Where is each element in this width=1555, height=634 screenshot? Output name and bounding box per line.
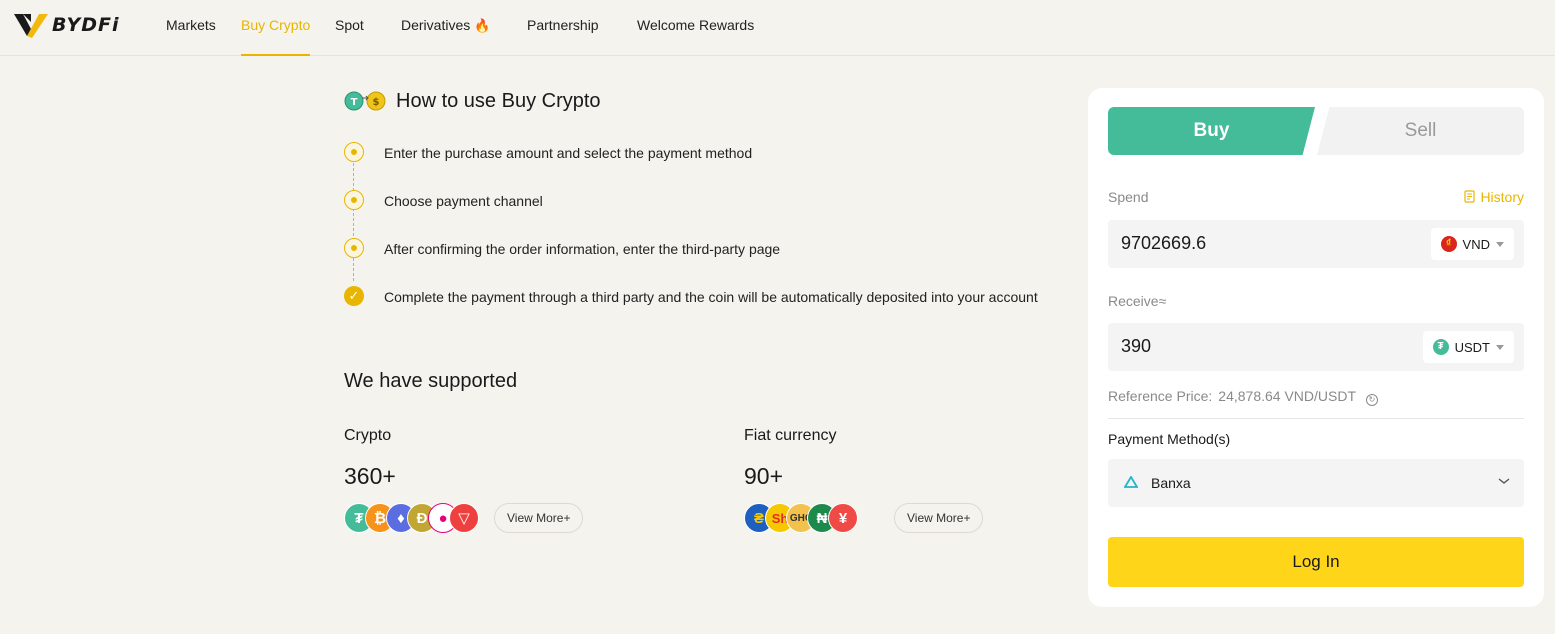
- crypto-label: Crypto: [344, 427, 392, 444]
- history-icon: [1464, 190, 1476, 203]
- nav-item-partnership[interactable]: Partnership: [527, 0, 599, 56]
- trade-card: Buy Sell Spend History 9702669.6 ₫ VND R…: [1088, 88, 1544, 607]
- spend-currency: VND: [1462, 236, 1490, 252]
- nav-item-markets[interactable]: Markets: [166, 0, 216, 56]
- banxa-icon: [1124, 476, 1138, 488]
- fiat-label: Fiat currency: [744, 427, 837, 444]
- spend-value: 9702669.6: [1121, 233, 1207, 253]
- history-link[interactable]: History: [1464, 189, 1524, 205]
- reference-price-label: Reference Price:: [1108, 388, 1213, 404]
- fire-icon: 🔥: [474, 18, 491, 33]
- step-2: Choose payment channel: [344, 188, 1084, 214]
- refresh-icon[interactable]: ↻: [1366, 394, 1379, 406]
- step-1: Enter the purchase amount and select the…: [344, 140, 1084, 166]
- vnd-flag-icon: ₫: [1440, 236, 1457, 252]
- step-text: Choose payment channel: [384, 193, 543, 209]
- usdt-icon: ₮: [1432, 339, 1449, 355]
- svg-text:$: $: [373, 97, 380, 108]
- logo-mark-icon: [14, 14, 48, 38]
- tab-buy[interactable]: Buy: [1108, 107, 1315, 155]
- step-dot-icon: [344, 238, 364, 258]
- nav-item-spot[interactable]: Spot: [335, 0, 364, 56]
- caret-down-icon: [1496, 241, 1504, 247]
- tron-icon: ▽: [449, 503, 479, 533]
- supported-title: We have supported: [344, 370, 518, 392]
- jpy-yen-icon: ¥: [828, 503, 858, 533]
- nav-item-welcome-rewards[interactable]: Welcome Rewards: [637, 0, 754, 56]
- fiat-count: 90+: [744, 463, 784, 489]
- receive-currency: USDT: [1454, 339, 1490, 355]
- login-button[interactable]: Log In: [1108, 537, 1524, 587]
- step-3: After confirming the order information, …: [344, 236, 1084, 262]
- divider: [1108, 418, 1524, 419]
- nav-item-derivatives-label: Derivatives: [401, 17, 471, 33]
- payment-method-select[interactable]: Banxa: [1108, 459, 1524, 507]
- reference-price: Reference Price: 24,878.64 VND/USDT ↻: [1108, 388, 1379, 406]
- tab-sell[interactable]: Sell: [1317, 107, 1524, 155]
- step-text: Enter the purchase amount and select the…: [384, 145, 753, 161]
- steps-connector-line: [353, 163, 354, 281]
- payment-method-value: Banxa: [1151, 475, 1191, 491]
- logo-text: BYDFi: [52, 14, 120, 36]
- caret-down-icon: [1496, 344, 1504, 350]
- step-4: ✓ Complete the payment through a third p…: [344, 284, 1084, 310]
- nav-item-derivatives[interactable]: Derivatives 🔥: [401, 0, 490, 56]
- chevron-down-icon: [1498, 478, 1510, 484]
- reference-price-value: 24,878.64 VND/USDT: [1218, 388, 1357, 404]
- step-text: After confirming the order information, …: [384, 241, 781, 257]
- spend-label: Spend: [1108, 189, 1149, 205]
- receive-value: 390: [1121, 336, 1152, 356]
- step-check-icon: ✓: [344, 286, 364, 306]
- step-text: Complete the payment through a third par…: [384, 289, 1038, 305]
- bydfi-logo[interactable]: BYDFi: [14, 12, 119, 38]
- receive-currency-select[interactable]: ₮ USDT: [1422, 331, 1514, 363]
- crypto-view-more-button[interactable]: View More+: [494, 503, 584, 533]
- svg-text:T: T: [351, 97, 358, 108]
- payment-method-label: Payment Method(s): [1108, 431, 1231, 447]
- howto-title: How to use Buy Crypto: [396, 90, 601, 112]
- receive-label: Receive≈: [1108, 293, 1167, 309]
- spend-currency-select[interactable]: ₫ VND: [1430, 228, 1514, 260]
- crypto-count: 360+: [344, 463, 396, 489]
- buy-sell-tabs: Buy Sell: [1108, 107, 1524, 155]
- step-dot-icon: [344, 142, 364, 162]
- receive-input[interactable]: 390 ₮ USDT: [1108, 323, 1524, 371]
- step-dot-icon: [344, 190, 364, 210]
- history-label: History: [1480, 189, 1524, 205]
- buy-crypto-coins-icon: T $: [344, 91, 386, 111]
- nav-item-buy-crypto[interactable]: Buy Crypto: [241, 0, 311, 56]
- top-nav: BYDFi Markets Buy Crypto Spot Derivative…: [0, 0, 1555, 56]
- spend-input[interactable]: 9702669.6 ₫ VND: [1108, 220, 1524, 268]
- fiat-view-more-button[interactable]: View More+: [894, 503, 984, 533]
